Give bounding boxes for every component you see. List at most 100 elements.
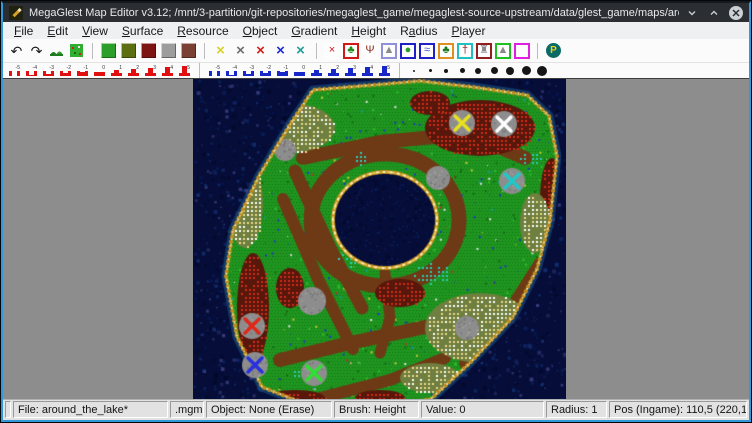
menu-gradient[interactable]: Gradient [284, 23, 344, 39]
svg-text:0: 0 [102, 65, 105, 71]
window-controls [685, 6, 743, 20]
height-brush-4-icon[interactable]: 4 [161, 64, 174, 77]
object-big-rock-icon[interactable]: ▲ [495, 43, 511, 59]
svg-text:-4: -4 [233, 65, 238, 71]
menubar: FileEditViewSurfaceResourceObjectGradien… [3, 22, 749, 39]
menu-edit[interactable]: Edit [40, 23, 75, 39]
undo-icon[interactable]: ↶ [8, 42, 25, 59]
titlebar[interactable]: MegaGlest Map Editor v3.12; /mnt/3-parti… [3, 3, 749, 22]
radius-1-icon[interactable] [408, 64, 420, 77]
gradient-brush--3-icon[interactable]: -3 [242, 64, 255, 77]
menu-height[interactable]: Height [344, 23, 393, 39]
map-viewport[interactable] [3, 78, 749, 399]
object-big-tree-icon[interactable]: ♣ [438, 43, 454, 59]
menu-surface[interactable]: Surface [115, 23, 170, 39]
terrain-grass-icon[interactable] [68, 42, 85, 59]
radius-7-icon[interactable] [504, 64, 516, 77]
menu-file[interactable]: File [7, 23, 40, 39]
svg-text:1: 1 [319, 65, 322, 71]
surface-secondary-grass-icon[interactable] [120, 42, 137, 59]
menu-resource[interactable]: Resource [170, 23, 235, 39]
status-value: Value: 0 [421, 401, 544, 418]
object-dead-tree-icon[interactable]: Ψ [362, 43, 378, 59]
status-object: Object: None (Erase) [206, 401, 332, 418]
height-brush-2-icon[interactable]: 2 [127, 64, 140, 77]
resource-custom3-icon[interactable]: × [292, 42, 309, 59]
menu-object[interactable]: Object [236, 23, 285, 39]
brush-toolbar: -5-4-3-2-1012345-5-4-3-2-1012345 [3, 63, 749, 78]
gradient-brush-3-icon[interactable]: 3 [344, 64, 357, 77]
resource-stone-icon[interactable]: × [232, 42, 249, 59]
radius-9-icon[interactable] [536, 64, 548, 77]
height-brush-0-icon[interactable]: 0 [93, 64, 106, 77]
gradient-brush-0-icon[interactable]: 0 [293, 64, 306, 77]
object-tree-icon[interactable]: ♣ [343, 43, 359, 59]
close-icon[interactable] [729, 6, 743, 20]
radius-3-icon[interactable] [440, 64, 452, 77]
map-canvas[interactable] [193, 79, 566, 399]
minimize-icon[interactable] [685, 6, 699, 20]
gradient-brush--1-icon[interactable]: -1 [276, 64, 289, 77]
svg-text:0: 0 [302, 65, 305, 71]
menu-radius[interactable]: Radius [393, 23, 444, 39]
object-bush-icon[interactable]: ● [400, 43, 416, 59]
resource-custom2-icon[interactable]: × [272, 42, 289, 59]
player-position-icon[interactable]: P [545, 42, 562, 59]
terrain-hills-icon[interactable] [48, 42, 65, 59]
menu-player[interactable]: Player [444, 23, 492, 39]
maximize-icon[interactable] [707, 6, 721, 20]
svg-text:-4: -4 [33, 65, 38, 71]
toolbar-separator [92, 43, 93, 59]
svg-text:4: 4 [170, 65, 173, 71]
object-hanged-icon[interactable]: † [457, 43, 473, 59]
svg-text:2: 2 [136, 65, 139, 71]
resource-gold-icon[interactable]: × [212, 42, 229, 59]
surface-road-icon[interactable] [140, 42, 157, 59]
toolbar-separator [199, 63, 200, 79]
gradient-brush--5-icon[interactable]: -5 [208, 64, 221, 77]
svg-text:3: 3 [353, 65, 356, 71]
height-brush-5-icon[interactable]: 5 [178, 64, 191, 77]
resource-custom1-icon[interactable]: × [252, 42, 269, 59]
redo-icon[interactable]: ↷ [28, 42, 45, 59]
object-water-object-icon[interactable]: ≈ [419, 43, 435, 59]
height-brush--1-icon[interactable]: -1 [76, 64, 89, 77]
status-file: File: around_the_lake* [13, 401, 168, 418]
svg-text:5: 5 [387, 65, 390, 71]
gradient-brush-2-icon[interactable]: 2 [327, 64, 340, 77]
surface-grass-icon[interactable] [100, 42, 117, 59]
object-erase-icon[interactable]: × [324, 43, 340, 59]
gradient-brush--2-icon[interactable]: -2 [259, 64, 272, 77]
svg-text:-1: -1 [84, 65, 89, 71]
svg-text:4: 4 [370, 65, 373, 71]
height-brush--2-icon[interactable]: -2 [59, 64, 72, 77]
surface-ground-icon[interactable] [180, 42, 197, 59]
height-brush-1-icon[interactable]: 1 [110, 64, 123, 77]
gradient-brush-1-icon[interactable]: 1 [310, 64, 323, 77]
object-stone-icon[interactable]: ▲ [381, 43, 397, 59]
object-statue-icon[interactable]: ♜ [476, 43, 492, 59]
svg-text:-3: -3 [250, 65, 255, 71]
height-brush--5-icon[interactable]: -5 [8, 64, 21, 77]
surface-stone-icon[interactable] [160, 42, 177, 59]
radius-4-icon[interactable] [456, 64, 468, 77]
height-brush--3-icon[interactable]: -3 [42, 64, 55, 77]
radius-2-icon[interactable] [424, 64, 436, 77]
radius-6-icon[interactable] [488, 64, 500, 77]
object-invisible-blocking-icon[interactable] [514, 43, 530, 59]
height-brush-3-icon[interactable]: 3 [144, 64, 157, 77]
status-pos: Pos (Ingame): 110,5 (220,10) [609, 401, 747, 418]
status-radius: Radius: 1 [546, 401, 607, 418]
app-window: MegaGlest Map Editor v3.12; /mnt/3-parti… [1, 1, 751, 422]
menu-view[interactable]: View [75, 23, 115, 39]
status-ext: .mgm [170, 401, 204, 418]
radius-5-icon[interactable] [472, 64, 484, 77]
gradient-brush-4-icon[interactable]: 4 [361, 64, 374, 77]
gradient-brush--4-icon[interactable]: -4 [225, 64, 238, 77]
gradient-brush-5-icon[interactable]: 5 [378, 64, 391, 77]
statusbar: File: around_the_lake*.mgmObject: None (… [3, 399, 749, 420]
svg-text:1: 1 [119, 65, 122, 71]
height-brush--4-icon[interactable]: -4 [25, 64, 38, 77]
status-spacer [5, 401, 11, 418]
radius-8-icon[interactable] [520, 64, 532, 77]
